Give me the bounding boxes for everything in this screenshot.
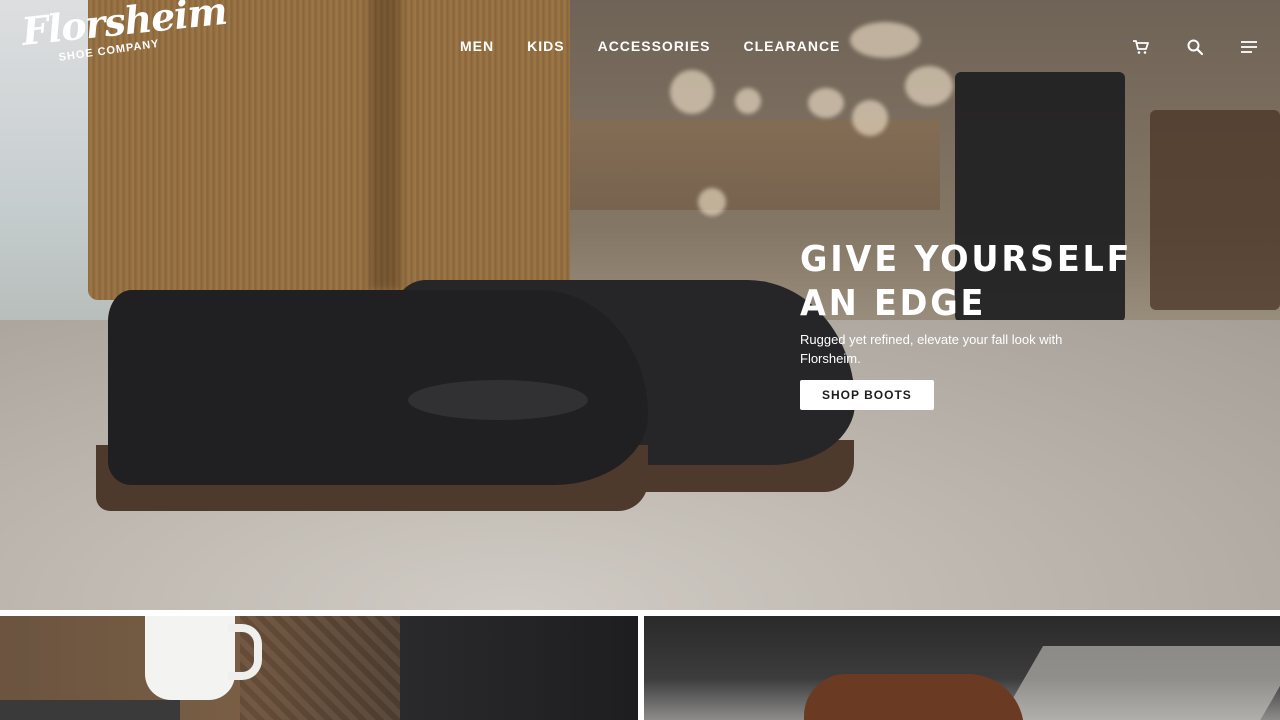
- bokeh-light: [850, 22, 920, 58]
- bokeh-light: [698, 188, 726, 216]
- bokeh-light: [905, 66, 953, 106]
- hero-background-shelf: [560, 120, 940, 210]
- laptop-image: [0, 700, 180, 720]
- promo-tile-right[interactable]: [644, 616, 1280, 720]
- hero-subtext: Rugged yet refined, elevate your fall lo…: [800, 332, 1063, 366]
- menu-icon[interactable]: [1240, 38, 1258, 56]
- hero-headline: GIVE YOURSELF AN EDGE: [800, 239, 1133, 324]
- search-icon[interactable]: [1186, 38, 1204, 56]
- florsheim-logo[interactable]: Florsheim SHOE COMPANY: [20, 0, 230, 64]
- brown-shoe-image: [804, 674, 1024, 720]
- bokeh-light: [735, 88, 761, 114]
- shop-boots-button[interactable]: SHOP BOOTS: [800, 380, 934, 410]
- hero-copy: GIVE YOURSELF AN EDGE Rugged yet refined…: [800, 238, 1220, 410]
- bokeh-light: [808, 88, 844, 118]
- promo-tile-left[interactable]: [0, 616, 638, 720]
- pants-shadow: [370, 0, 400, 290]
- main-navigation: MEN KIDS ACCESSORIES CLEARANCE: [460, 38, 840, 54]
- cart-icon[interactable]: [1132, 38, 1150, 56]
- nav-item-kids[interactable]: KIDS: [527, 38, 564, 54]
- rug-image: [240, 616, 400, 720]
- header-icons: [1132, 38, 1258, 56]
- nav-item-men[interactable]: MEN: [460, 38, 494, 54]
- light-patch: [996, 646, 1280, 720]
- coffee-mug-image: [145, 616, 235, 700]
- bokeh-light: [852, 100, 888, 136]
- boot-image: [108, 290, 648, 485]
- nav-item-clearance[interactable]: CLEARANCE: [744, 38, 841, 54]
- bokeh-light: [670, 70, 714, 114]
- nav-item-accessories[interactable]: ACCESSORIES: [598, 38, 711, 54]
- coffee-mug-handle: [228, 624, 262, 680]
